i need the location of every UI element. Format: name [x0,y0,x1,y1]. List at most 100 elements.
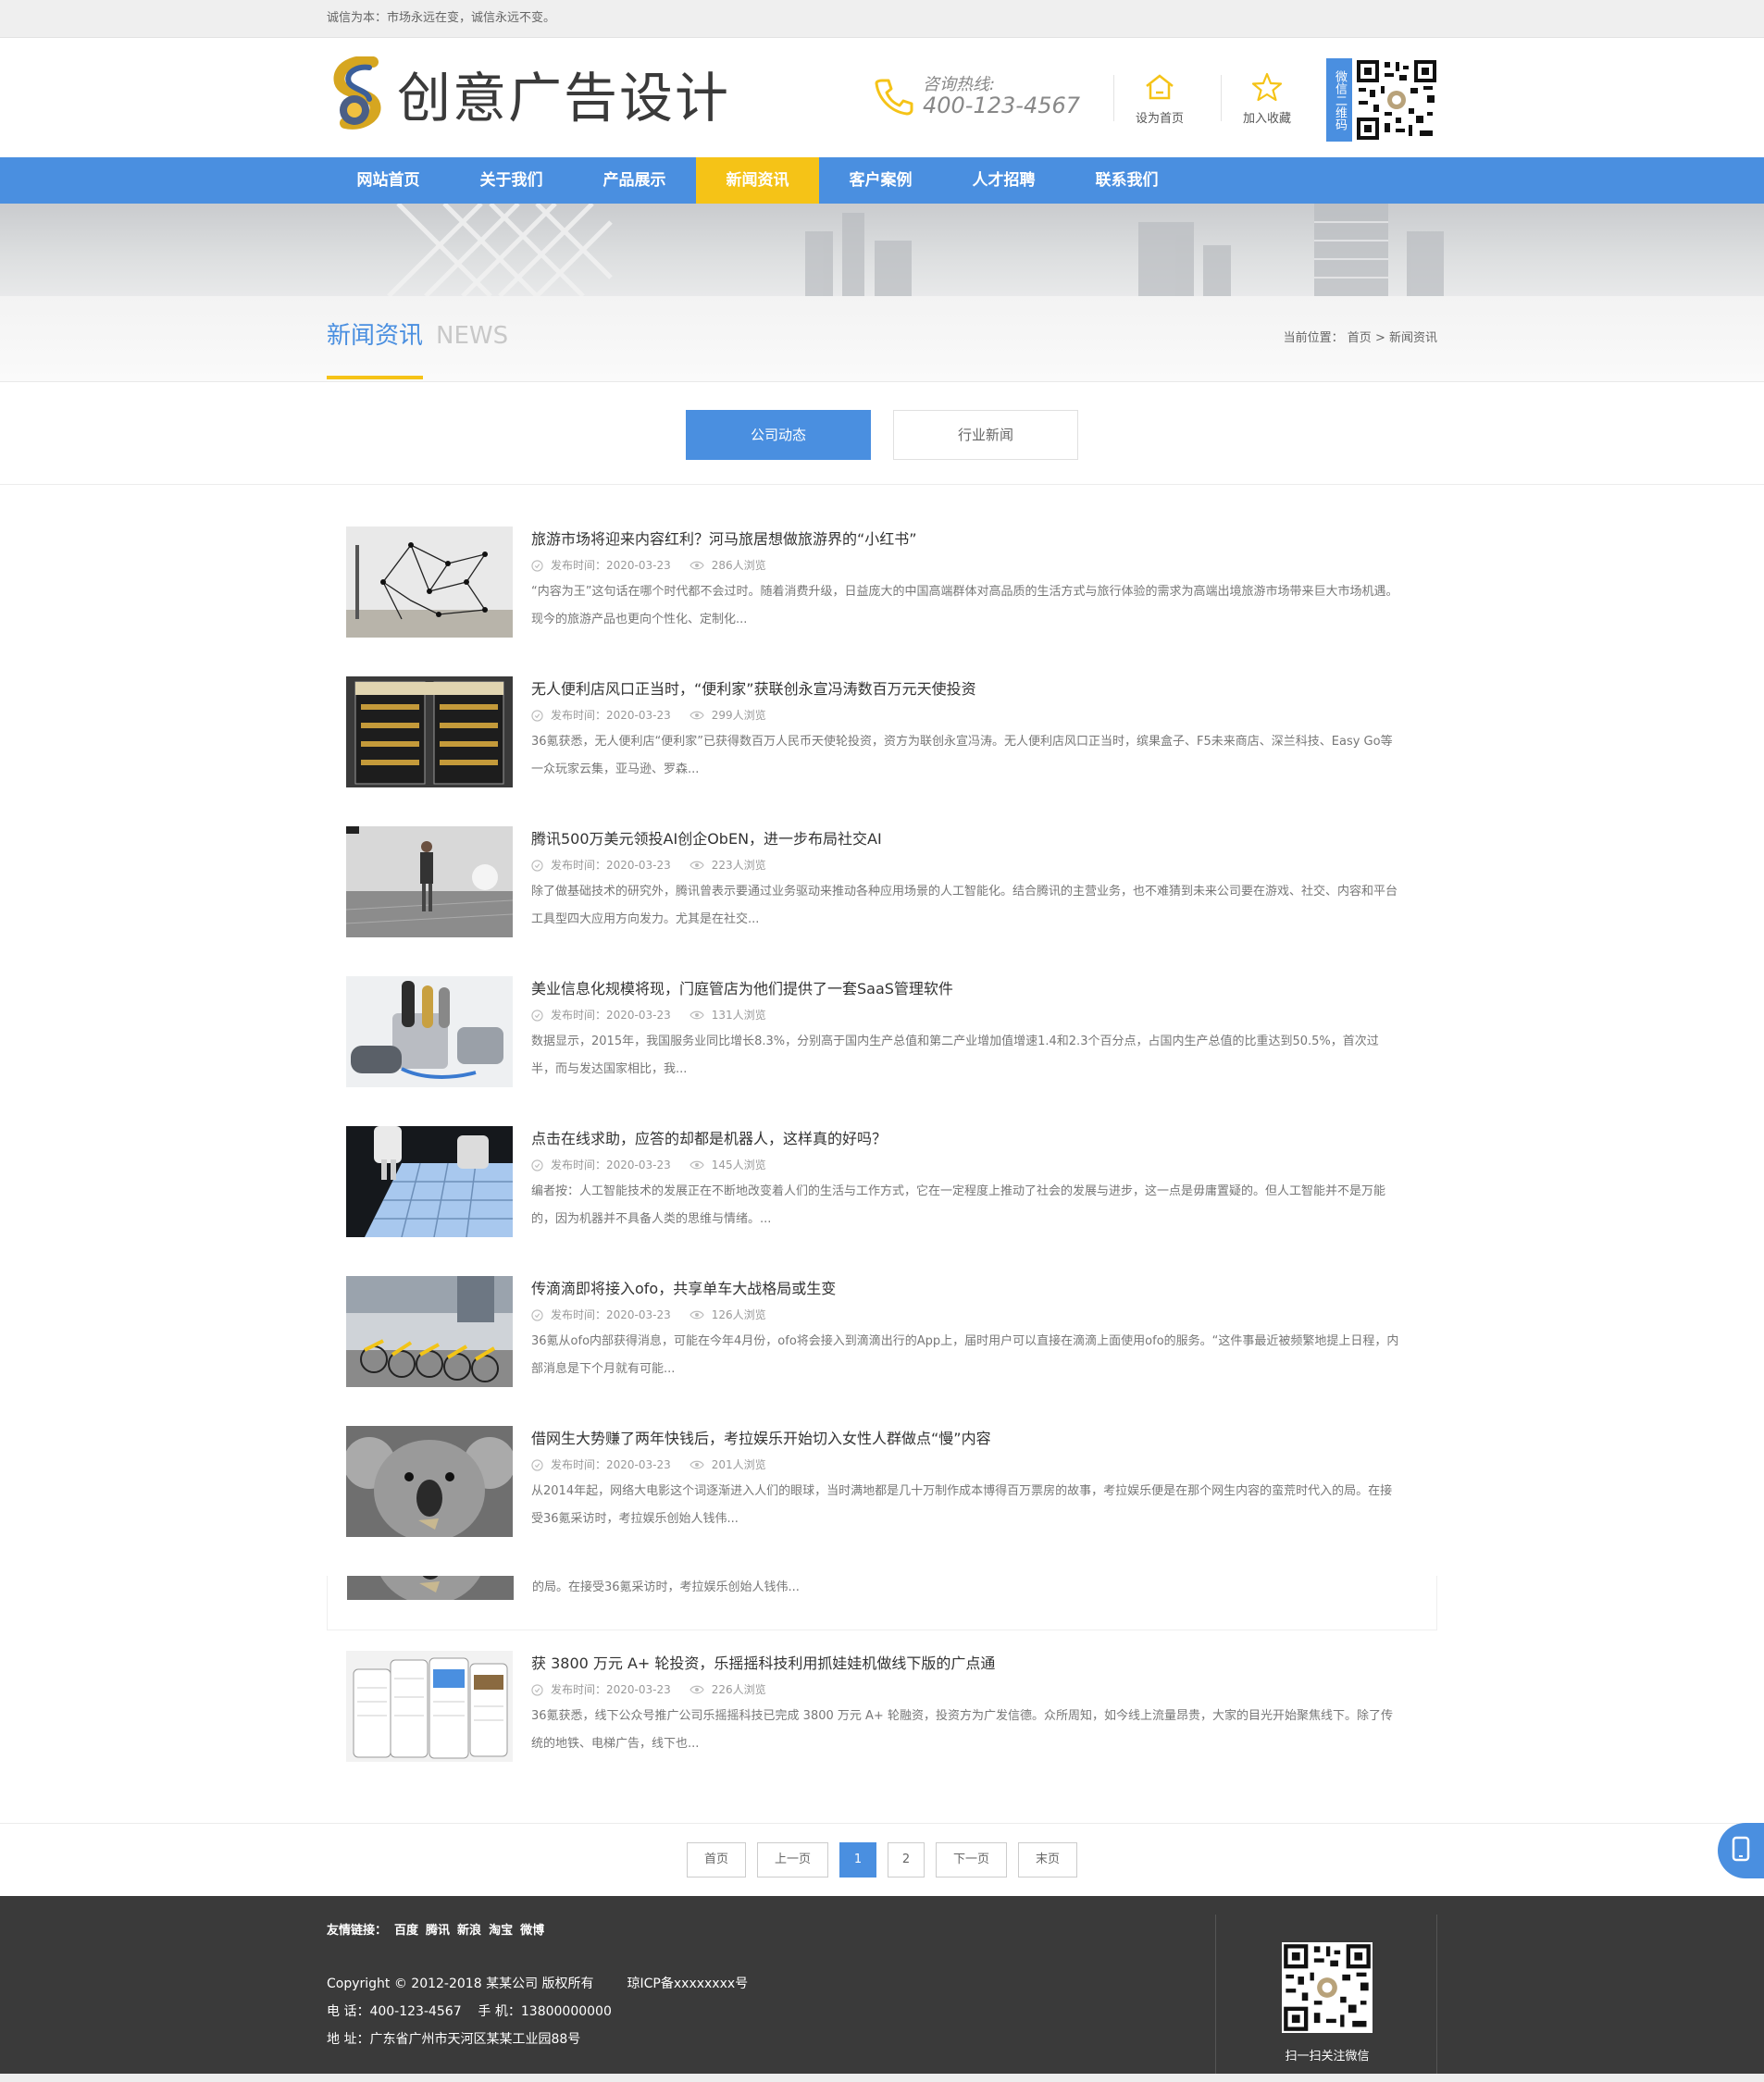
news-item[interactable]: 借网生大势赚了两年快钱后，考拉娱乐开始切入女性人群做点“慢”内容 发布时间： 20… [327,1426,1437,1576]
news-views: 201人浏览 [711,1458,766,1471]
nav-item-jobs[interactable]: 人才招聘 [942,157,1065,204]
breadcrumb: 当前位置： 首页 > 新闻资讯 [1284,328,1437,345]
news-list: 旅游市场将迎来内容红利？河马旅居想做旅游界的“小红书” 发布时间： 2020-03… [0,485,1764,1801]
section-title-cn: 新闻资讯 [327,322,424,350]
friend-link[interactable]: 微博 [520,1924,544,1938]
news-title[interactable]: 旅游市场将迎来内容红利？河马旅居想做旅游界的“小红书” [531,527,1401,552]
news-title[interactable]: 点击在线求助，应答的却都是机器人，这样真的好吗？ [531,1126,1401,1152]
news-title[interactable]: 传滴滴即将接入ofo，共享单车大战格局或生变 [531,1276,1401,1302]
news-meta: 发布时间： 2020-03-23 226人浏览 [531,1677,1401,1703]
footer-divider [1215,1915,1216,2074]
nav-item-contact[interactable]: 联系我们 [1065,157,1188,204]
news-views: 299人浏览 [711,709,766,722]
page-prev-button[interactable]: 上一页 [756,1842,828,1878]
news-views: 223人浏览 [711,859,766,872]
news-views: 286人浏览 [711,559,766,572]
news-thumbnail[interactable] [346,1126,513,1237]
city-banner-image [387,204,1444,296]
friend-link[interactable]: 百度 [394,1924,418,1938]
news-thumbnail[interactable] [346,1651,513,1762]
news-item[interactable]: 旅游市场将迎来内容红利？河马旅居想做旅游界的“小红书” 发布时间： 2020-03… [327,527,1437,676]
news-item[interactable]: 腾讯500万美元领投AI创企ObEN，进一步布局社交AI 发布时间： 2020-0… [327,826,1437,976]
section-title: 新闻资讯 NEWS [327,316,508,351]
nav-item-cases[interactable]: 客户案例 [819,157,942,204]
clock-icon [531,1308,543,1321]
news-views: 145人浏览 [711,1159,766,1171]
phone-icon [873,75,913,119]
news-item[interactable]: 无人便利店风口正当时，“便利家”获联创永宣冯涛数百万元天使投资 发布时间： 202… [327,676,1437,826]
news-thumbnail[interactable] [346,676,513,787]
news-item[interactable]: 获 3800 万元 A+ 轮投资，乐摇摇科技利用抓娃娃机做线下版的广点通 发布时… [327,1651,1437,1801]
icp-link[interactable]: 琼ICP备xxxxxxxx号 [627,1977,749,1991]
breadcrumb-home[interactable]: 首页 [1348,331,1372,345]
news-meta: 发布时间： 2020-03-23 286人浏览 [531,552,1401,578]
news-item[interactable]: 点击在线求助，应答的却都是机器人，这样真的好吗？ 发布时间： 2020-03-23… [327,1126,1437,1276]
news-title[interactable]: 获 3800 万元 A+ 轮投资，乐摇摇科技利用抓娃娃机做线下版的广点通 [531,1651,1401,1677]
friend-link[interactable]: 腾讯 [426,1924,450,1938]
date-label: 发布时间： [551,1009,607,1022]
news-meta: 发布时间： 2020-03-23 126人浏览 [531,1302,1401,1328]
eye-icon [689,1460,704,1469]
news-date: 2020-03-23 [606,559,671,572]
nav-item-news[interactable]: 新闻资讯 [696,157,819,204]
section-title-bar: 新闻资讯 NEWS 当前位置： 首页 > 新闻资讯 [0,296,1764,382]
page-number-button[interactable]: 2 [888,1842,925,1878]
news-summary: 36氪从ofo内部获得消息，可能在今年4月份，ofo将会接入到滴滴出行的App上… [531,1334,1399,1376]
eye-icon [689,711,704,720]
news-item[interactable]: 传滴滴即将接入ofo，共享单车大战格局或生变 发布时间： 2020-03-23 1… [327,1276,1437,1426]
copyright-text: Copyright © 2012-2018 某某公司 版权所有 [327,1977,594,1991]
home-icon [1118,66,1201,108]
footer-info: Copyright © 2012-2018 某某公司 版权所有 琼ICP备xxxx… [327,1970,748,2053]
breadcrumb-current[interactable]: 新闻资讯 [1389,331,1437,345]
eye-icon [689,1310,704,1320]
news-date: 2020-03-23 [606,1009,671,1022]
star-icon [1225,66,1309,108]
page-banner [0,204,1764,296]
main-nav: 网站首页 关于我们 产品展示 新闻资讯 客户案例 人才招聘 联系我们 [0,157,1764,204]
footer-qr-caption: 扫一扫关注微信 [1285,2050,1370,2063]
news-views: 131人浏览 [711,1009,766,1022]
set-home-link[interactable]: 设为首页 [1118,66,1201,126]
nav-item-about[interactable]: 关于我们 [450,157,573,204]
nav-item-products[interactable]: 产品展示 [573,157,696,204]
news-title[interactable]: 腾讯500万美元领投AI创企ObEN，进一步布局社交AI [531,826,1401,852]
news-date: 2020-03-23 [606,1159,671,1171]
news-thumbnail[interactable] [346,826,513,937]
news-thumbnail[interactable] [346,1426,513,1537]
footer-wechat-qr-code [1282,1942,1373,2033]
page-first-button[interactable]: 首页 [686,1842,746,1878]
nav-item-home[interactable]: 网站首页 [327,157,450,204]
add-favorite-link[interactable]: 加入收藏 [1225,66,1309,126]
news-title[interactable]: 美业信息化规模将现，门庭管店为他们提供了一套SaaS管理软件 [531,976,1401,1002]
tab-company-news[interactable]: 公司动态 [686,410,871,460]
site-logo[interactable]: 创意广告设计 [327,55,730,132]
clock-icon [531,709,543,722]
eye-icon [689,861,704,870]
news-title[interactable]: 无人便利店风口正当时，“便利家”获联创永宣冯涛数百万元天使投资 [531,676,1401,702]
slogan-text: 诚信为本：市场永远在变，诚信永远不变。 [327,11,556,25]
news-views: 126人浏览 [711,1308,766,1321]
news-item[interactable]: 美业信息化规模将现，门庭管店为他们提供了一套SaaS管理软件 发布时间： 2020… [327,976,1437,1126]
news-thumbnail[interactable] [346,527,513,638]
date-label: 发布时间： [551,1308,607,1321]
news-title[interactable]: 借网生大势赚了两年快钱后，考拉娱乐开始切入女性人群做点“慢”内容 [531,1426,1401,1452]
logo-text: 创意广告设计 [397,67,731,130]
hotline-label: 咨询热线: [923,75,996,94]
news-summary-fragment: 的局。在接受36氪采访时，考拉娱乐创始人钱伟... [532,1580,800,1594]
hotline: 咨询热线: 400-123-4567 [873,75,1080,119]
friend-link[interactable]: 淘宝 [489,1924,513,1938]
ghost-news-item: 的局。在接受36氪采访时，考拉娱乐创始人钱伟... [327,1576,1437,1630]
news-meta: 发布时间： 2020-03-23 131人浏览 [531,1002,1401,1028]
tab-industry-news[interactable]: 行业新闻 [893,410,1078,460]
wechat-qr-code [1355,58,1438,142]
clock-icon [531,1458,543,1471]
hotline-number: 400-123-4567 [923,93,1081,118]
news-thumbnail[interactable] [346,976,513,1087]
news-thumbnail[interactable] [346,1276,513,1387]
page-number-button[interactable]: 1 [839,1842,876,1878]
page-next-button[interactable]: 下一页 [936,1842,1008,1878]
page-last-button[interactable]: 末页 [1018,1842,1078,1878]
news-meta: 发布时间： 2020-03-23 223人浏览 [531,852,1401,878]
friend-link[interactable]: 新浪 [457,1924,481,1938]
news-summary: 36氪获悉，线下公众号推广公司乐摇摇科技已完成 3800 万元 A+ 轮融资，投… [531,1709,1393,1751]
